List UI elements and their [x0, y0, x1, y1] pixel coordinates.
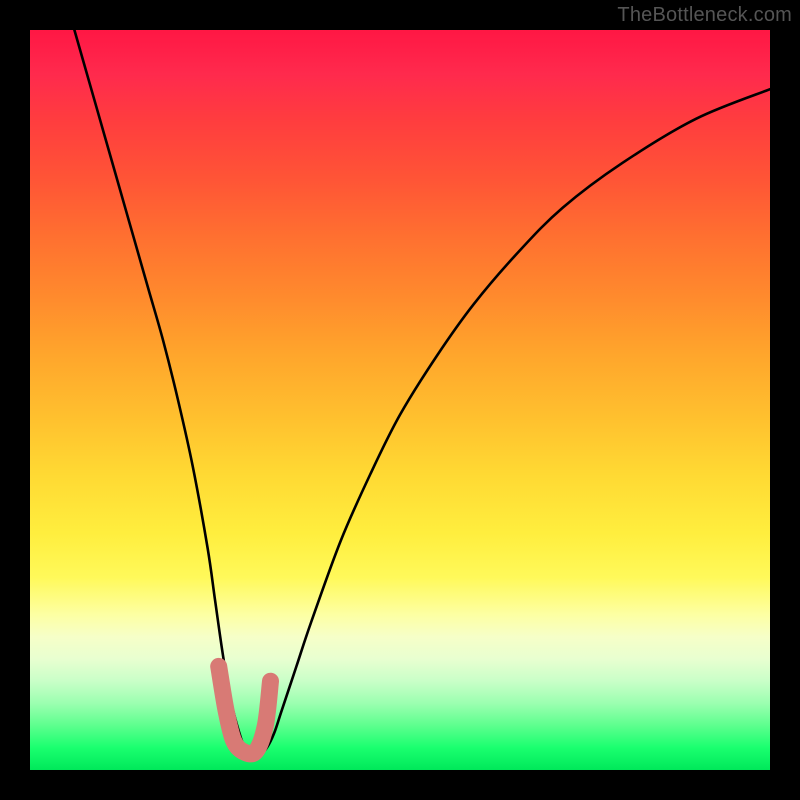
chart-frame: TheBottleneck.com: [0, 0, 800, 800]
watermark-text: TheBottleneck.com: [617, 4, 792, 27]
highlight-marker: [30, 30, 770, 770]
plot-area: [30, 30, 770, 770]
